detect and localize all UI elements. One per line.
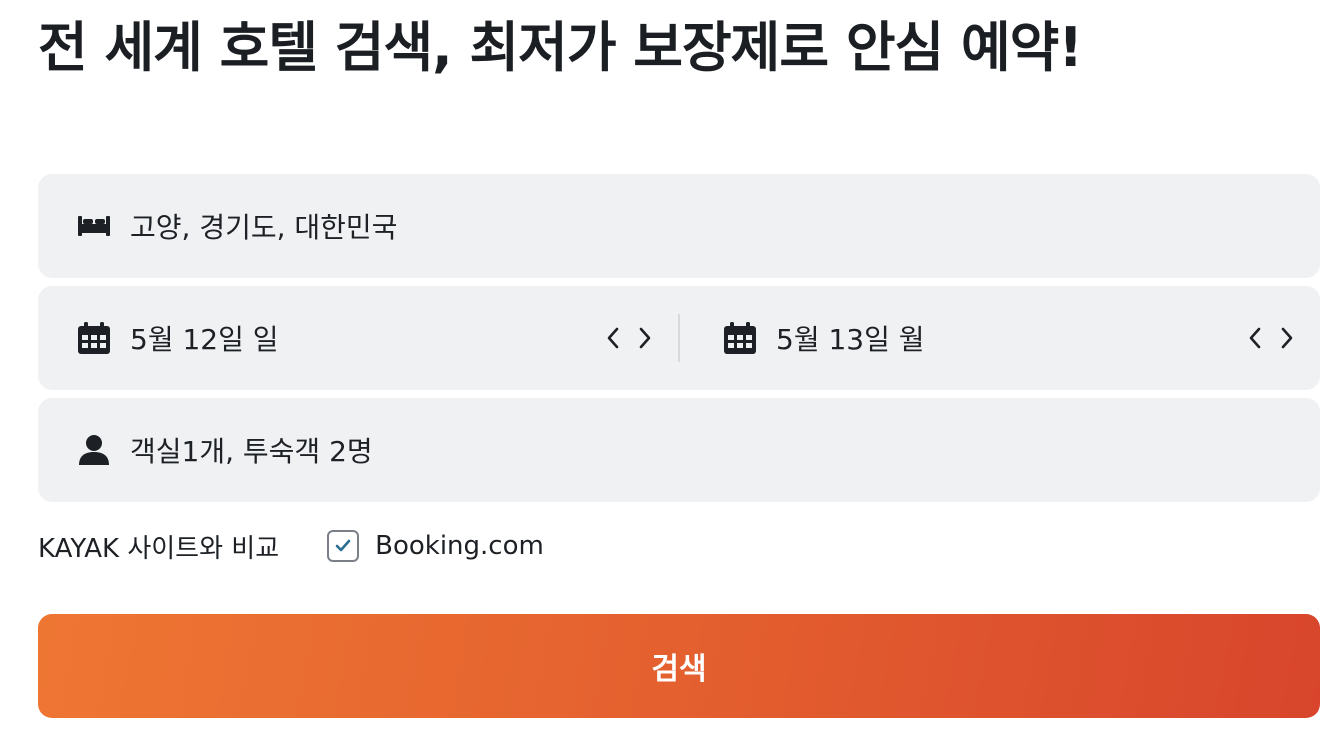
person-icon <box>76 432 112 468</box>
chevron-left-icon[interactable] <box>1246 322 1264 354</box>
dates-field: 5월 12일 일 5월 13일 월 <box>38 286 1320 390</box>
checkout-date-value: 5월 13일 월 <box>776 323 925 356</box>
booking-compare-label[interactable]: Booking.com <box>375 531 544 561</box>
chevron-left-icon[interactable] <box>604 322 622 354</box>
checkin-date-nav <box>604 322 654 354</box>
compare-row: KAYAK 사이트와 비교 Booking.com <box>38 524 544 568</box>
checkin-date-value: 5월 12일 일 <box>130 323 279 356</box>
guests-value: 객실1개, 투숙객 2명 <box>130 435 373 468</box>
calendar-icon <box>76 320 112 356</box>
check-icon <box>335 539 351 552</box>
calendar-icon <box>722 320 758 356</box>
chevron-right-icon[interactable] <box>636 322 654 354</box>
hotel-search-page: 전 세계 호텔 검색, 최저가 보장제로 안심 예약! 고양, 경기도, 대한민… <box>0 0 1342 742</box>
checkout-date-nav <box>1246 322 1296 354</box>
bed-icon <box>76 208 112 244</box>
guests-field[interactable]: 객실1개, 투숙객 2명 <box>38 398 1320 502</box>
compare-label: KAYAK 사이트와 비교 <box>38 533 280 564</box>
checkout-date-picker[interactable]: 5월 13일 월 <box>680 286 1320 390</box>
booking-compare-checkbox[interactable] <box>327 530 360 562</box>
destination-value: 고양, 경기도, 대한민국 <box>130 211 398 244</box>
search-button[interactable]: 검색 <box>38 614 1320 718</box>
checkin-date-picker[interactable]: 5월 12일 일 <box>38 286 678 390</box>
chevron-right-icon[interactable] <box>1278 322 1296 354</box>
page-headline: 전 세계 호텔 검색, 최저가 보장제로 안심 예약! <box>38 16 1083 79</box>
destination-field[interactable]: 고양, 경기도, 대한민국 <box>38 174 1320 278</box>
